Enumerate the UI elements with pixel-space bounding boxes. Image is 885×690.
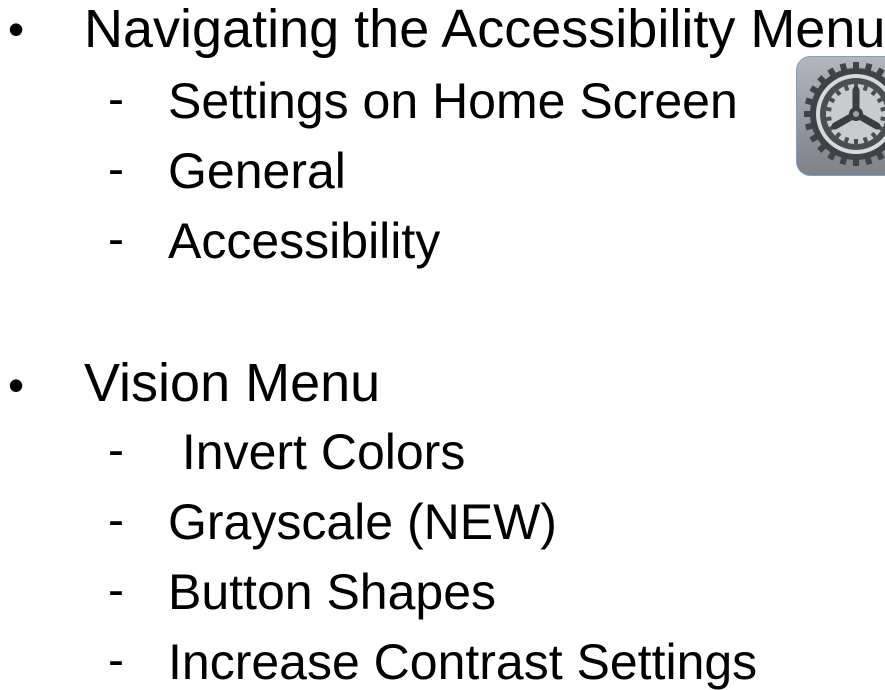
dash-marker: - <box>108 216 124 264</box>
dash-marker: - <box>108 76 124 124</box>
section-title-navigating: Navigating the Accessibility Menu <box>84 2 885 56</box>
dash-marker: - <box>108 427 124 475</box>
list-item-general: General <box>168 146 346 196</box>
settings-gear-icon <box>796 56 885 176</box>
dash-marker: - <box>108 146 124 194</box>
dash-marker: - <box>108 567 124 615</box>
bullet-marker: • <box>8 6 24 52</box>
list-item-accessibility: Accessibility <box>168 216 440 266</box>
list-item-button-shapes: Button Shapes <box>168 567 496 617</box>
section-title-vision-menu: Vision Menu <box>84 356 380 410</box>
dash-marker: - <box>108 497 124 545</box>
list-item-increase-contrast: Increase Contrast Settings <box>168 637 757 687</box>
bullet-marker: • <box>8 362 24 408</box>
list-item-settings-home: Settings on Home Screen <box>168 76 738 126</box>
list-item-invert-colors: Invert Colors <box>168 427 465 477</box>
list-item-grayscale: Grayscale (NEW) <box>168 497 557 547</box>
dash-marker: - <box>108 637 124 685</box>
